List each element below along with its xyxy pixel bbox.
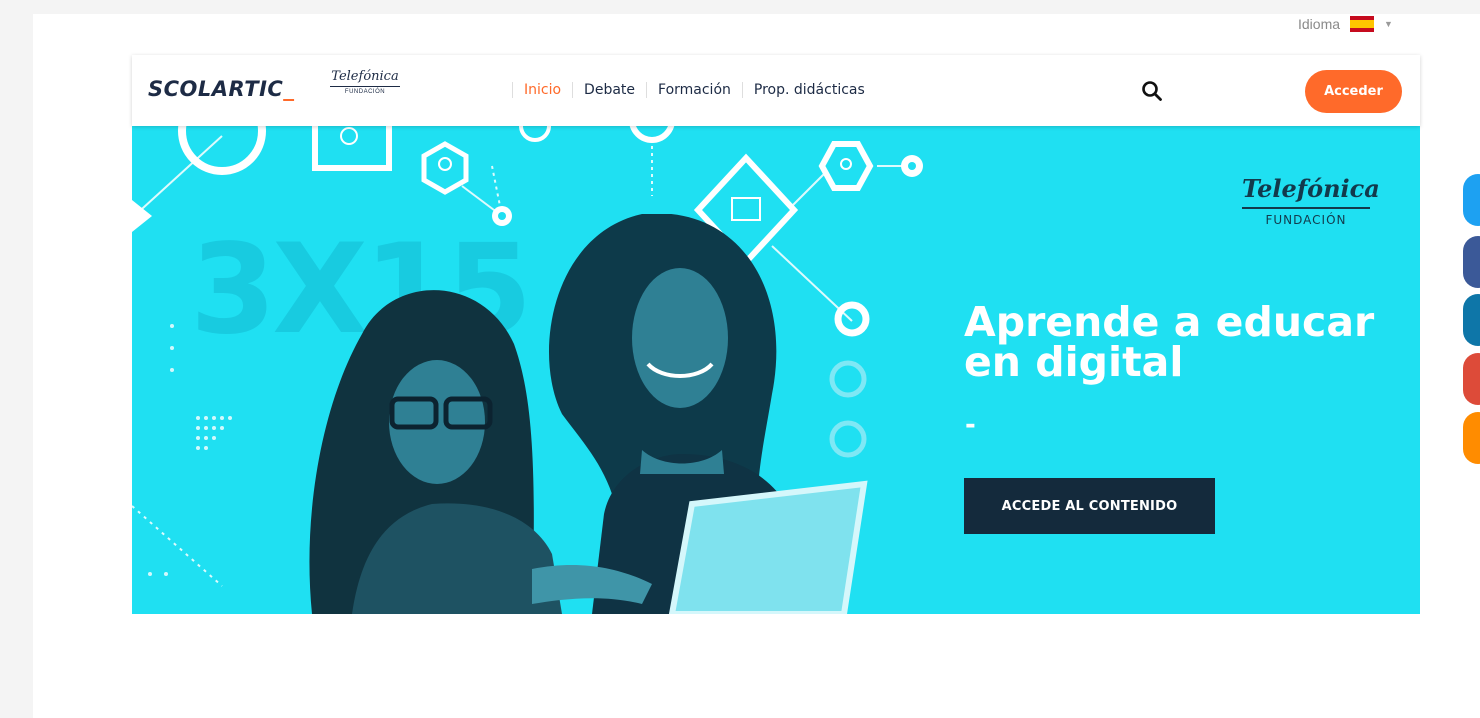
google-plus-icon[interactable]	[1463, 353, 1480, 405]
search-icon[interactable]	[1141, 80, 1163, 102]
partner-logo-name: Telefónica	[331, 69, 399, 84]
language-selector[interactable]: Idioma ▼	[1298, 14, 1393, 34]
language-label: Idioma	[1298, 16, 1341, 32]
login-button[interactable]: Acceder	[1305, 70, 1402, 113]
facebook-icon[interactable]	[1463, 236, 1480, 288]
access-content-button[interactable]: ACCEDE AL CONTENIDO	[964, 478, 1215, 534]
top-navbar: SCOLARTIC_ Telefónica FUNDACIÓN Inicio D…	[132, 55, 1420, 126]
chevron-down-icon: ▼	[1384, 19, 1393, 29]
nav-item-debate[interactable]: Debate	[572, 82, 646, 98]
nav-item-formacion[interactable]: Formación	[646, 82, 742, 98]
logo-text: SCOLARTIC	[148, 77, 284, 101]
nav-item-inicio[interactable]: Inicio	[512, 82, 572, 98]
hero-dash: -	[965, 410, 976, 440]
telefonica-fundacion-logo: Telefónica FUNDACIÓN	[1242, 174, 1380, 227]
twitter-icon[interactable]	[1463, 174, 1480, 226]
hero-banner: 3X15 Telefónica FUNDACIÓN Aprende a educ…	[132, 126, 1420, 614]
hero-title: Aprende a educar en digital	[964, 298, 1375, 386]
spain-flag-icon	[1350, 16, 1375, 32]
fundacion-logo-text: FUNDACIÓN	[1242, 207, 1370, 227]
nav-item-prop-didacticas[interactable]: Prop. didácticas	[741, 82, 876, 98]
telefonica-logo-text: Telefónica	[1242, 174, 1380, 203]
partner-logo-sub: FUNDACIÓN	[330, 86, 400, 95]
scolartic-logo[interactable]: SCOLARTIC_	[148, 77, 294, 101]
linkedin-icon[interactable]	[1463, 294, 1480, 346]
hero-people-image	[309, 214, 868, 614]
share-icon[interactable]	[1463, 412, 1480, 464]
logo-underscore: _	[283, 77, 295, 101]
main-nav: Inicio Debate Formación Prop. didácticas	[512, 82, 876, 98]
telefonica-partner-logo[interactable]: Telefónica FUNDACIÓN	[330, 69, 400, 95]
